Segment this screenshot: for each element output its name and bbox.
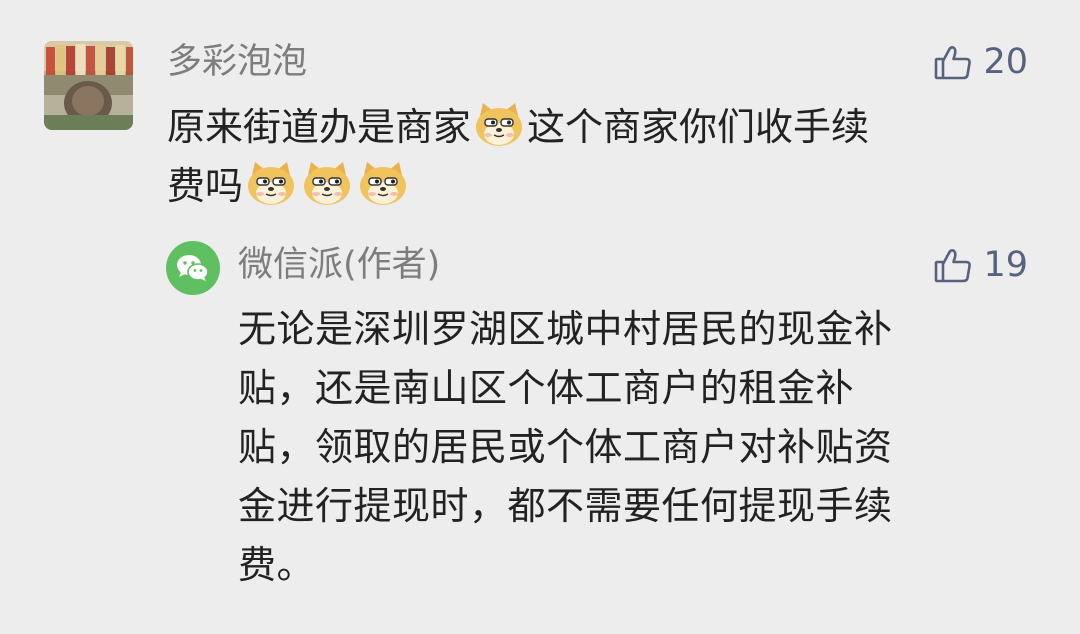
reply-text-line: 无论是深圳罗湖区城中村居民的现金补 [238,307,893,351]
doge-emoji [476,103,523,146]
comment-text-segment: 费吗 [167,164,244,208]
comment-text-segment: 原来街道办是商家 [167,105,472,149]
doge-emoji [360,162,407,205]
like-count: 19 [983,245,1028,285]
reply-text-line: 贴，领取的居民或个体工商户对补贴资 [238,425,893,469]
reply-text-line: 贴，还是南山区个体工商户的租金补 [238,366,855,410]
comment-like-button[interactable]: 20 [933,40,1028,84]
comment-text: 原来街道办是商家 这个商家你们收手续 费吗 [167,98,1037,216]
reply-author-name[interactable]: 微信派(作者) [238,243,440,287]
comment-text-line: 费吗 [167,157,1037,216]
thumbs-up-icon [933,245,973,285]
reply-text: 无论是深圳罗湖区城中村居民的现金补 贴，还是南山区个体工商户的租金补 贴，领取的… [238,300,1038,595]
doge-emoji [304,162,351,205]
comment-thread: 多彩泡泡 20 原来街道办是商家 这个商家你们收手续 费吗 微信派(作者) 19… [0,0,1080,634]
reply-text-line: 费。 [238,543,316,587]
doge-emoji [248,162,295,205]
like-count: 20 [983,42,1028,82]
wechat-logo-icon[interactable] [166,241,220,295]
comment-text-segment: 这个商家你们收手续 [527,105,870,149]
avatar[interactable] [44,41,133,130]
comment-author-name[interactable]: 多彩泡泡 [167,40,307,84]
reply-text-line: 金进行提现时，都不需要任何提现手续 [238,484,893,528]
comment-text-line: 原来街道办是商家 这个商家你们收手续 [167,98,1037,157]
thumbs-up-icon [933,42,973,82]
reply-like-button[interactable]: 19 [933,243,1028,287]
